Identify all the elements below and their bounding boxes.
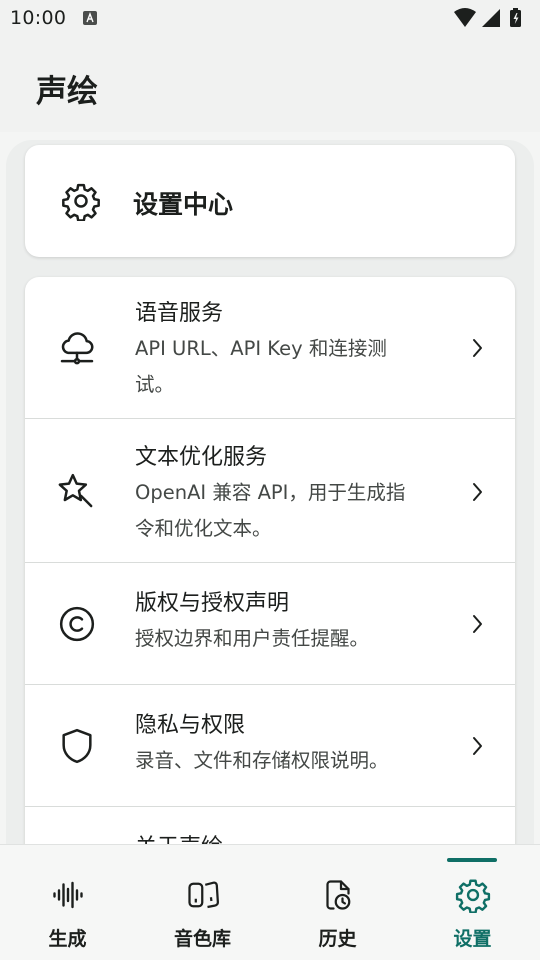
voice-library-icon (187, 881, 219, 909)
status-bar: 10:00 (0, 0, 540, 36)
settings-item-privacy[interactable]: 隐私与权限 录音、文件和存储权限说明。 (25, 685, 515, 807)
settings-item-title: 文本优化服务 (135, 445, 268, 470)
settings-item-title: 版权与授权声明 (135, 591, 290, 616)
settings-list: 语音服务 API URL、API Key 和连接测 试。 文本优化服务 Open… (25, 277, 515, 844)
waveform-icon (52, 881, 83, 909)
settings-item-text-optimization[interactable]: 文本优化服务 OpenAI 兼容 API，用于生成指 令和优化文本。 (25, 419, 515, 563)
nav-label: 设置 (453, 928, 492, 950)
nav-label: 历史 (318, 928, 357, 950)
settings-header-card: 设置中心 (25, 145, 515, 257)
gear-icon (62, 183, 100, 221)
settings-content[interactable]: 设置中心 语音服务 API URL、API Key 和连接测 试。 文本优化服务… (0, 132, 540, 844)
settings-item-description: 授权边界和用户责任提醒。 (135, 627, 370, 650)
settings-item-description: API URL、API Key 和连接测 试。 (135, 337, 387, 396)
copyright-icon (59, 606, 95, 642)
shield-icon (62, 728, 92, 764)
settings-item-title: 隐私与权限 (135, 713, 246, 738)
settings-item-title: 语音服务 (135, 301, 224, 326)
nav-tab-voice-library[interactable]: 音色库 (135, 845, 270, 960)
chevron-right-icon (473, 339, 482, 357)
settings-item-title: 关于声绘 (135, 833, 435, 844)
settings-center-title: 设置中心 (133, 190, 234, 219)
history-file-icon (325, 880, 350, 910)
chevron-right-icon (473, 737, 482, 755)
settings-item-about[interactable]: 关于声绘 (25, 807, 515, 844)
app-title: 声绘 (36, 74, 98, 110)
nav-label: 音色库 (173, 928, 231, 950)
settings-item-copyright[interactable]: 版权与授权声明 授权边界和用户责任提醒。 (25, 563, 515, 685)
nav-tab-history[interactable]: 历史 (270, 845, 405, 960)
sparkle-icon (58, 473, 93, 508)
settings-item-voice-service[interactable]: 语音服务 API URL、API Key 和连接测 试。 (25, 277, 515, 419)
app-notification-icon (83, 11, 97, 25)
bottom-navigation: 生成 音色库 历史 设置 (0, 844, 540, 960)
chevron-right-icon (473, 615, 482, 633)
cloud-network-icon (60, 332, 94, 365)
settings-item-description: OpenAI 兼容 API，用于生成指 令和优化文本。 (135, 481, 406, 540)
nav-tab-generate[interactable]: 生成 (0, 845, 135, 960)
settings-item-description: 录音、文件和存储权限说明。 (135, 749, 389, 772)
app-bar: 声绘 (0, 36, 540, 132)
wifi-icon (454, 8, 476, 27)
gear-icon (455, 879, 490, 913)
nav-label: 生成 (48, 928, 87, 950)
nav-tab-settings[interactable]: 设置 (405, 845, 540, 960)
status-time: 10:00 (10, 7, 67, 29)
battery-icon (510, 8, 521, 27)
chevron-right-icon (473, 483, 482, 501)
signal-icon (482, 9, 500, 27)
status-icons (454, 8, 521, 27)
